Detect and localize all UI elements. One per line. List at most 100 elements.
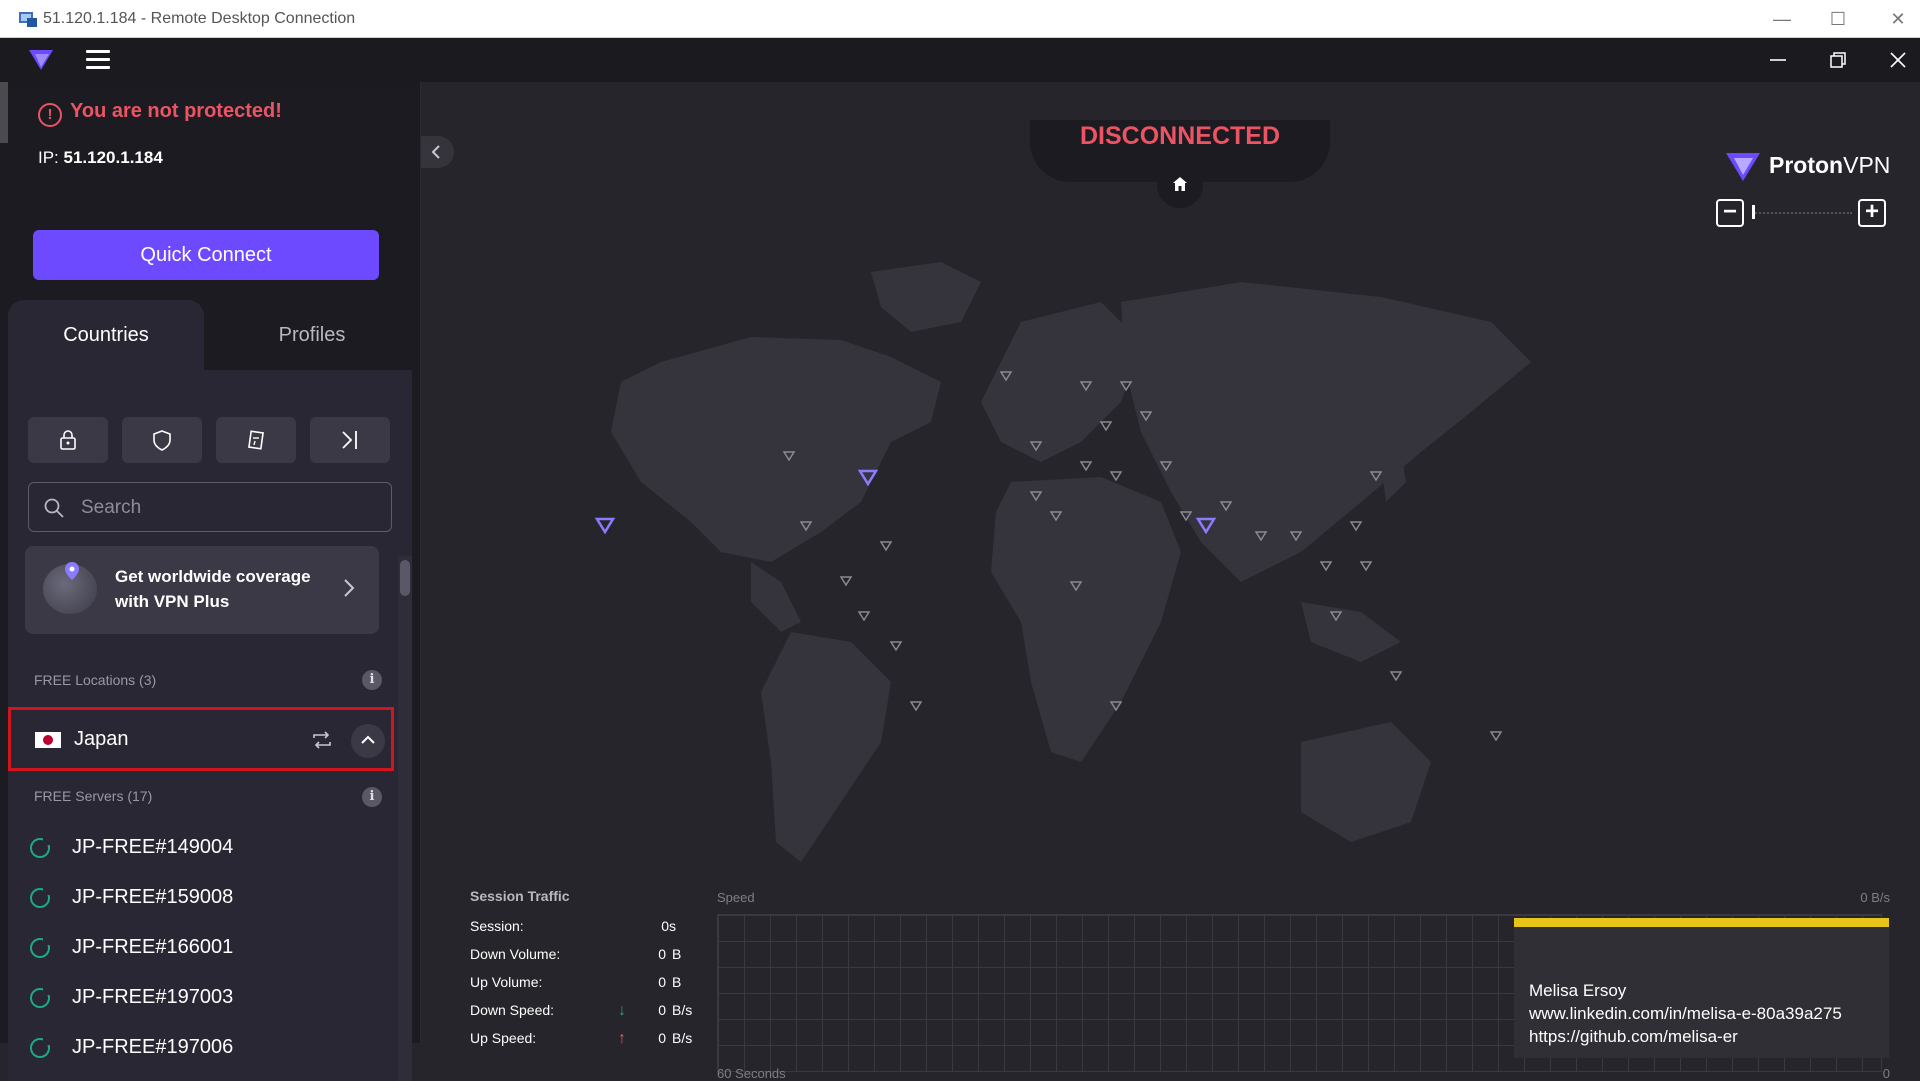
traffic-unit: B/s [672,1002,693,1018]
tor-icon [342,431,357,449]
zoom-track[interactable] [1752,212,1852,217]
rdp-close-button[interactable]: ✕ [1887,8,1909,30]
session-traffic-title: Session Traffic [470,888,570,904]
traffic-value: 0s [661,918,676,934]
restore-icon[interactable] [1825,48,1851,72]
netshield-filter-button[interactable] [122,417,202,463]
p2p-filter-button[interactable] [216,417,296,463]
connection-status: DISCONNECTED [1079,122,1280,150]
speed-graph-time-label: 60 Seconds [717,1066,786,1081]
search-box [28,482,392,532]
country-row-japan[interactable]: Japan [8,707,394,771]
sidebar-scrollbar-thumb[interactable] [400,560,410,596]
author-overlay: Melisa Ersoy www.linkedin.com/in/melisa-… [1514,918,1889,1058]
rdp-title-bar: 51.120.1.184 - Remote Desktop Connection… [0,0,1920,38]
menu-icon[interactable] [86,50,110,70]
search-icon [44,498,64,518]
quick-connect-button[interactable]: Quick Connect [33,230,379,280]
close-icon[interactable] [1885,48,1911,72]
ip-value: 51.120.1.184 [63,148,163,167]
ip-display: IP: 51.120.1.184 [38,148,163,168]
speed-graph-label: Speed [717,890,755,905]
rdp-window-title: 51.120.1.184 - Remote Desktop Connection [43,10,356,27]
us-server-marker[interactable] [594,517,616,535]
server-row[interactable]: JP-FREE#149004 [30,829,380,869]
home-icon [1173,177,1187,191]
tor-filter-button[interactable] [310,417,390,463]
brand-name-bold: Proton [1769,152,1844,178]
server-load-icon [30,1037,51,1058]
free-servers-info-icon[interactable]: i [362,787,382,807]
server-load-icon [30,887,51,908]
speed-graph-value: 0 B/s [1860,890,1890,905]
reconnect-icon[interactable] [311,730,333,750]
shield-icon [153,430,171,451]
server-load-icon [30,937,51,958]
traffic-unit: B [672,946,682,962]
collapse-country-button[interactable] [351,724,385,758]
author-name: Melisa Ersoy [1529,981,1627,1000]
ip-label: IP: [38,148,64,167]
zoom-handle[interactable] [1752,205,1755,219]
traffic-value: 0 [658,974,666,990]
remote-desktop-icon [19,12,37,27]
free-servers-label: FREE Servers (17) [34,788,153,804]
p2p-icon [248,430,264,450]
server-name: JP-FREE#159008 [72,886,234,908]
traffic-value: 0 [658,1030,666,1046]
location-pin-icon [65,562,79,580]
traffic-value: 0 [658,1002,666,1018]
server-name: JP-FREE#166001 [72,936,234,958]
down-arrow-icon: ↓ [618,1002,626,1019]
chevron-up-icon [361,735,375,744]
free-locations-info-icon[interactable]: i [362,670,382,690]
rdp-maximize-button[interactable]: ☐ [1827,8,1849,30]
secure-core-filter-button[interactable] [28,417,108,463]
traffic-value: 0 [658,946,666,962]
window-edge [0,82,8,143]
author-linkedin: www.linkedin.com/in/melisa-e-80a39a275 [1529,1004,1842,1023]
map-zoom-control: − + [1716,199,1888,229]
traffic-label: Down Volume: [470,946,561,962]
tab-profiles[interactable]: Profiles [204,300,420,370]
not-protected-warning: ! You are not protected! [38,100,282,127]
home-button[interactable] [1157,162,1203,208]
rdp-minimize-button[interactable]: — [1771,8,1793,30]
zoom-out-button[interactable]: − [1716,199,1744,227]
traffic-label: Up Volume: [470,974,543,990]
server-load-icon [30,987,51,1008]
lock-icon [60,430,76,450]
server-load-icon [30,837,51,858]
search-input[interactable] [79,495,383,521]
alert-icon: ! [38,103,62,127]
brand-name-light: VPN [1843,152,1891,178]
promo-text: Get worldwide coverage with VPN Plus [115,567,311,611]
server-name: JP-FREE#197003 [72,986,234,1008]
upgrade-promo-banner[interactable]: Get worldwide coverage with VPN Plus [25,546,379,634]
traffic-unit: B/s [672,1030,693,1046]
traffic-label: Session: [470,918,524,934]
server-row[interactable]: JP-FREE#166001 [30,929,380,969]
server-name: JP-FREE#197006 [72,1036,234,1058]
chevron-right-icon [344,579,355,597]
zoom-in-button[interactable]: + [1858,199,1886,227]
collapse-sidebar-button[interactable] [420,136,454,168]
traffic-label: Down Speed: [470,1002,555,1018]
country-name: Japan [74,728,129,750]
free-locations-label: FREE Locations (3) [34,672,157,688]
sidebar-tabs: Countries Profiles [8,300,420,370]
japan-flag-icon [35,732,61,748]
traffic-unit: B [672,974,682,990]
tab-countries[interactable]: Countries [8,300,204,370]
sidebar-scrollbar[interactable] [398,556,412,1081]
speed-graph-time-end: 0 [1882,1066,1890,1081]
minimize-icon[interactable] [1765,48,1791,72]
server-row[interactable]: JP-FREE#159008 [30,879,380,919]
app-header [0,38,1920,82]
server-name: JP-FREE#149004 [72,836,234,858]
server-row[interactable]: JP-FREE#197006 [30,1029,380,1069]
warning-text: You are not protected! [70,100,282,122]
chevron-left-icon [431,145,440,159]
protonvpn-app: DISCONNECTED ProtonVPN − + ! You are not … [0,38,1920,1081]
server-row[interactable]: JP-FREE#197003 [30,979,380,1019]
